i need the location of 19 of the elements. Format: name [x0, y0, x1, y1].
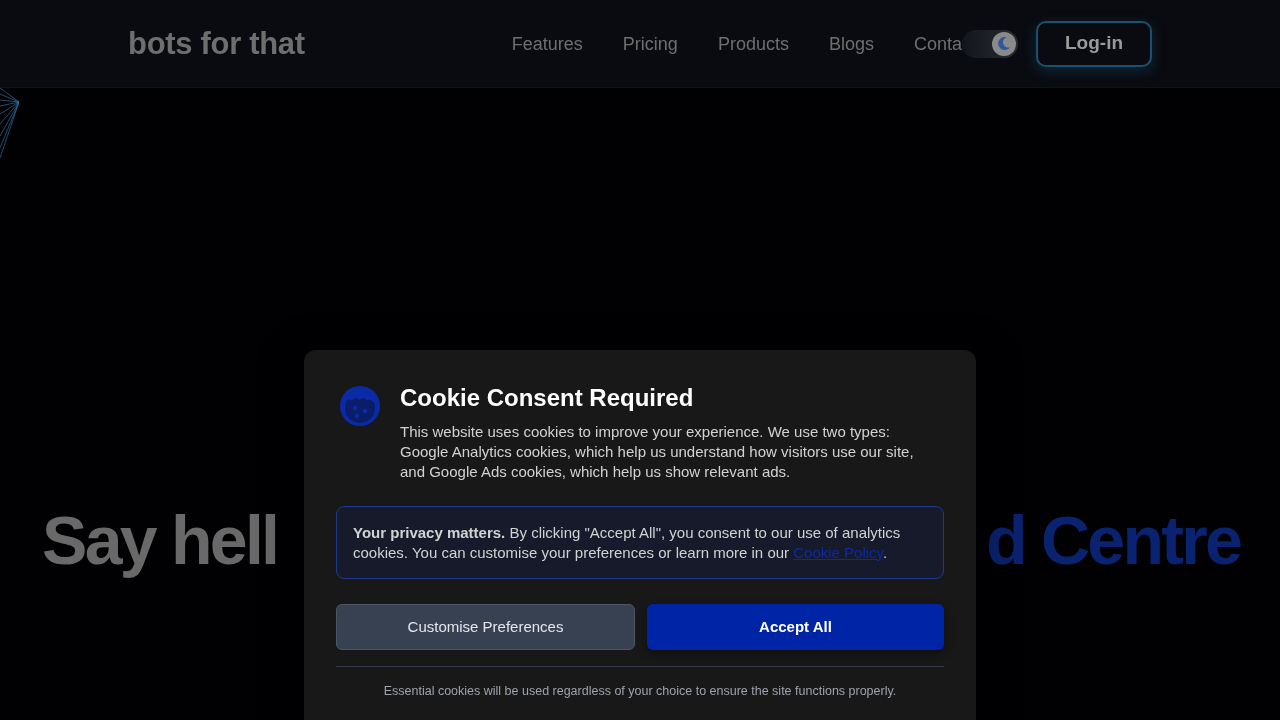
moon-icon — [998, 37, 1010, 50]
headline-text: d Centre — [985, 506, 1240, 574]
logo[interactable]: bots for that — [128, 28, 305, 59]
privacy-notice-text: Your privacy matters. By clicking "Accept All", you consent to our use of analytics cookies. You can customise your preferences or learn more in our Cookie Policy. — [353, 523, 902, 563]
nav-link[interactable]: Products — [717, 34, 789, 53]
nav-link[interactable]: Features — [511, 34, 583, 53]
customise-button[interactable]: Customise Preferences — [336, 604, 635, 650]
toggle-knob[interactable] — [992, 31, 1016, 56]
nav-link[interactable]: Conta — [913, 34, 962, 53]
dialog-title: Cookie Consent Required — [400, 384, 695, 412]
nav-link[interactable]: Pricing — [622, 34, 678, 53]
accept-button[interactable]: Accept All — [647, 604, 944, 650]
cookie-icon — [340, 386, 380, 426]
light-rays-icon — [0, 88, 19, 158]
nav-link[interactable]: Blogs — [828, 34, 874, 53]
theme-toggle[interactable] — [962, 29, 1018, 58]
footnote-text: Essential cookies will be used regardless of your choice to ensure the site functions properly. — [382, 683, 898, 699]
login-button[interactable]: Log-in — [1036, 20, 1152, 67]
dialog-description: This website uses cookies to improve your experience. We use two types: Google Analytics cookies, which help us understand how visitors use our site, and Google Ads cookies, which help us show relevant ads. — [400, 422, 915, 482]
